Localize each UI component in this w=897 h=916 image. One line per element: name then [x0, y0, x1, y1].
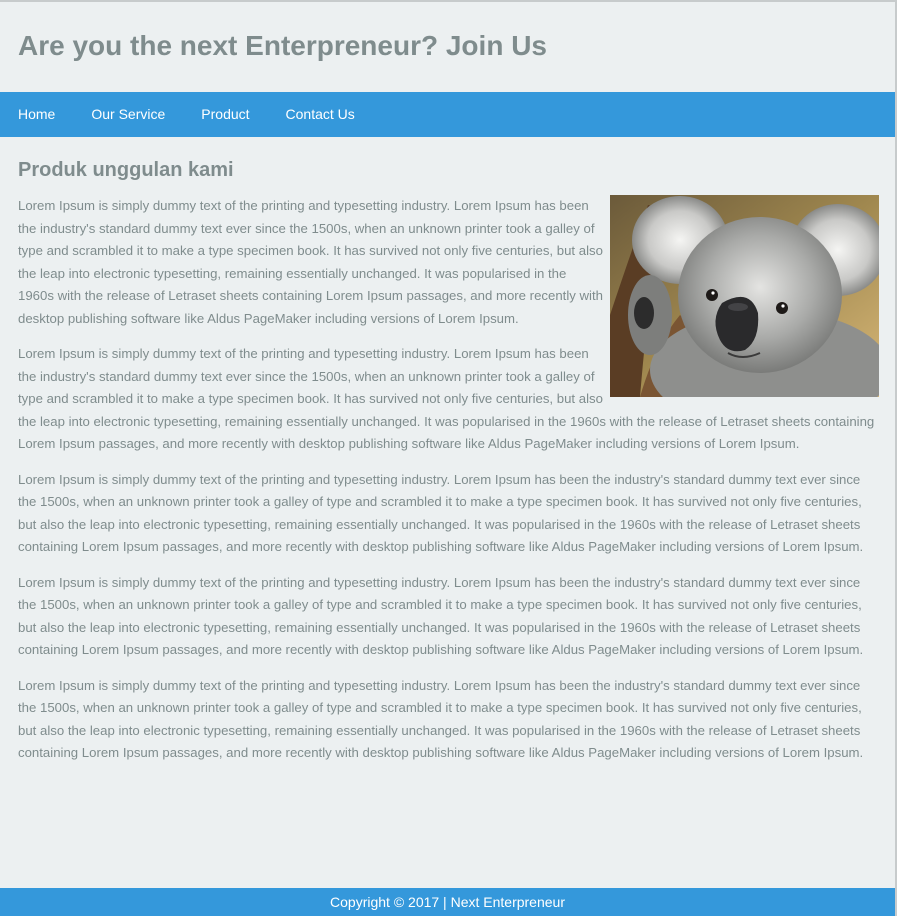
paragraph: Lorem Ipsum is simply dummy text of the …	[18, 574, 864, 658]
koala-image	[610, 195, 879, 397]
site-header: Are you the next Enterpreneur? Join Us	[0, 0, 897, 92]
page-top-border	[0, 0, 897, 2]
paragraph: Lorem Ipsum is simply dummy text of the …	[18, 471, 864, 555]
site-footer: Copyright © 2017 | Next Enterpreneur	[0, 888, 895, 916]
section-heading: Produk unggulan kami	[18, 159, 234, 181]
site-title: Are you the next Enterpreneur? Join Us	[18, 30, 547, 61]
nav-item-home[interactable]: Home	[18, 92, 55, 137]
nav-item-product[interactable]: Product	[201, 92, 249, 137]
nav-item-our-service[interactable]: Our Service	[91, 92, 165, 137]
main-content: Produk unggulan kami Lorem Ipsum is simp…	[0, 159, 897, 765]
main-nav: Home Our Service Product Contact Us	[0, 92, 897, 137]
nav-item-contact-us[interactable]: Contact Us	[286, 92, 355, 137]
paragraph: Lorem Ipsum is simply dummy text of the …	[18, 677, 864, 761]
copyright-text: Copyright © 2017 | Next Enterpreneur	[330, 894, 565, 910]
